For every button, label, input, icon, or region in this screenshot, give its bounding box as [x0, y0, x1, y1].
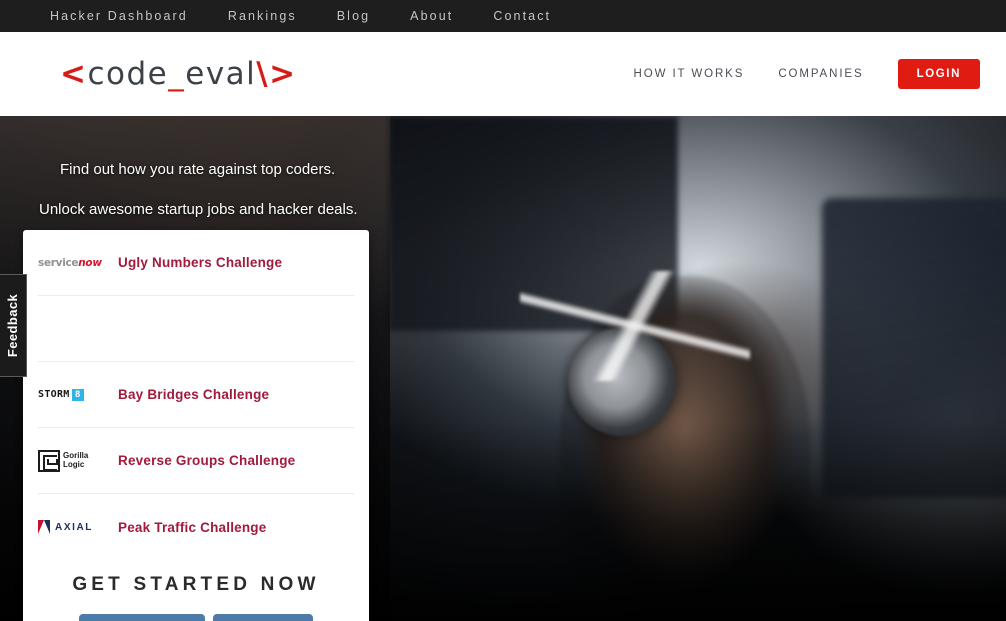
logo-text-code: code [87, 56, 169, 92]
gorilla-logic-line-2: Logic [63, 459, 85, 469]
axial-triangle-icon [38, 520, 50, 534]
challenge-title: Ugly Numbers Challenge [118, 255, 283, 270]
lens-glare [520, 271, 750, 381]
logo-close-bracket: \> [256, 56, 297, 92]
challenge-row-bay-bridges[interactable]: STORM 8 Bay Bridges Challenge [38, 362, 354, 428]
topnav-about[interactable]: About [410, 9, 453, 23]
axial-logo-text: AXIAL [55, 521, 93, 533]
gorilla-logic-logo: Gorilla Logic [38, 448, 110, 474]
challenge-title: Reverse Groups Challenge [118, 453, 296, 468]
logo-open-bracket: < [60, 56, 88, 92]
storm8-logo: STORM 8 [38, 382, 110, 408]
topnav-rankings[interactable]: Rankings [228, 9, 297, 23]
empty-logo-slot [38, 316, 110, 342]
axial-logo: AXIAL [38, 514, 110, 540]
challenge-title: Bay Bridges Challenge [118, 387, 270, 402]
github-signup-button[interactable]: GITHUB [212, 614, 314, 621]
topnav-hacker-dashboard[interactable]: Hacker Dashboard [50, 9, 188, 23]
monitor-silhouette-right [822, 198, 1006, 498]
challenge-row-reverse-groups[interactable]: Gorilla Logic Reverse Groups Challenge [38, 428, 354, 494]
logo-text-eval: eval [185, 56, 257, 92]
topnav-blog[interactable]: Blog [337, 9, 370, 23]
storm8-logo-badge: 8 [71, 388, 84, 401]
header-nav: HOW IT WORKS COMPANIES LOGIN [634, 59, 980, 89]
page-root: Hacker Dashboard Rankings Blog About Con… [0, 0, 1006, 621]
site-header: <code_eval\> HOW IT WORKS COMPANIES LOGI… [0, 32, 1006, 116]
get-started-section: GET STARTED NOW FACEBOOK GITHUB [23, 560, 369, 621]
hero-tagline-1: Find out how you rate against top coders… [60, 161, 336, 178]
hero-taglines: Find out how you rate against top coders… [0, 160, 390, 221]
signup-buttons: FACEBOOK GITHUB [23, 614, 369, 621]
feedback-tab-label: Feedback [5, 293, 21, 358]
challenge-list: servicenow Ugly Numbers Challenge STORM 8… [23, 230, 369, 560]
gorilla-logic-maze-icon [38, 449, 60, 472]
topnav-contact[interactable]: Contact [493, 9, 551, 23]
challenge-row-peak-traffic[interactable]: AXIAL Peak Traffic Challenge [38, 494, 354, 560]
get-started-heading: GET STARTED NOW [72, 574, 320, 595]
logo-underscore: _ [168, 56, 186, 92]
challenge-card: servicenow Ugly Numbers Challenge STORM 8… [23, 230, 369, 621]
facebook-signup-button[interactable]: FACEBOOK [78, 614, 205, 621]
hero-section: Find out how you rate against top coders… [0, 116, 1006, 621]
header-companies[interactable]: COMPANIES [778, 68, 863, 80]
servicenow-logo: servicenow [38, 250, 110, 276]
servicenow-logo-text-grey: service [38, 256, 79, 269]
top-navigation-bar: Hacker Dashboard Rankings Blog About Con… [0, 0, 1006, 32]
hero-tagline-2: Unlock awesome startup jobs and hacker d… [39, 201, 358, 219]
site-logo[interactable]: <code_eval\> [60, 56, 297, 92]
header-how-it-works[interactable]: HOW IT WORKS [634, 68, 745, 80]
storm8-logo-text: STORM [38, 389, 70, 400]
challenge-row-ugly-numbers[interactable]: servicenow Ugly Numbers Challenge [38, 230, 354, 296]
challenge-title: Peak Traffic Challenge [118, 519, 267, 535]
top-nav-links: Hacker Dashboard Rankings Blog About Con… [0, 9, 591, 23]
feedback-tab[interactable]: Feedback [0, 274, 27, 377]
servicenow-logo-text-red: now [78, 256, 102, 269]
challenge-row-empty [38, 296, 354, 362]
login-button[interactable]: LOGIN [897, 59, 980, 89]
